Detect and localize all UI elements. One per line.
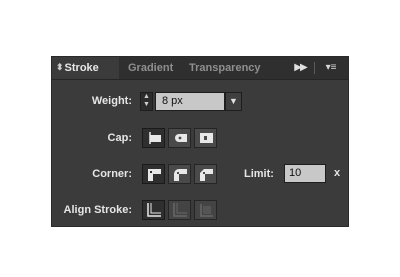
miter-join-icon[interactable] (142, 164, 165, 184)
weight-label: Weight: (91, 95, 132, 107)
stepper-down-icon[interactable]: ▼ (141, 101, 152, 109)
double-chevron-right-icon[interactable]: ▶▶ (289, 57, 311, 79)
tab-stroke-label: Stroke (64, 62, 99, 74)
round-join-icon[interactable] (168, 164, 191, 184)
tab-gradient[interactable]: Gradient (128, 57, 173, 79)
stroke-panel: ⬍Stroke Gradient Transparency ▶▶ ▾≡ Weig… (51, 56, 349, 227)
tab-bar-divider (314, 62, 315, 74)
chevron-down-icon[interactable]: ▼ (225, 92, 242, 111)
cap-label: Cap: (107, 132, 132, 144)
align-center-icon[interactable] (142, 200, 165, 220)
panel-tab-bar: ⬍Stroke Gradient Transparency ▶▶ ▾≡ (52, 57, 348, 80)
limit-suffix: x (334, 167, 341, 179)
tab-stroke[interactable]: ⬍Stroke (52, 57, 119, 79)
projecting-cap-icon[interactable] (194, 128, 217, 148)
align-outside-icon[interactable] (194, 200, 217, 220)
limit-label: Limit: (244, 168, 274, 180)
align-stroke-label: Align Stroke: (63, 204, 132, 216)
stepper-up-icon[interactable]: ▲ (141, 93, 152, 101)
bevel-join-icon[interactable] (194, 164, 217, 184)
butt-cap-icon[interactable] (142, 128, 165, 148)
align-inside-icon[interactable] (168, 200, 191, 220)
weight-input[interactable]: 8 px (155, 92, 225, 111)
corner-label: Corner: (92, 168, 132, 180)
miter-limit-input[interactable]: 10 (284, 164, 326, 183)
tab-transparency[interactable]: Transparency (189, 57, 263, 79)
weight-stepper[interactable]: ▲ ▼ (140, 92, 153, 111)
panel-menu-icon[interactable]: ▾≡ (318, 57, 344, 79)
updown-arrows-icon[interactable]: ⬍ (56, 56, 64, 78)
round-cap-icon[interactable] (168, 128, 191, 148)
